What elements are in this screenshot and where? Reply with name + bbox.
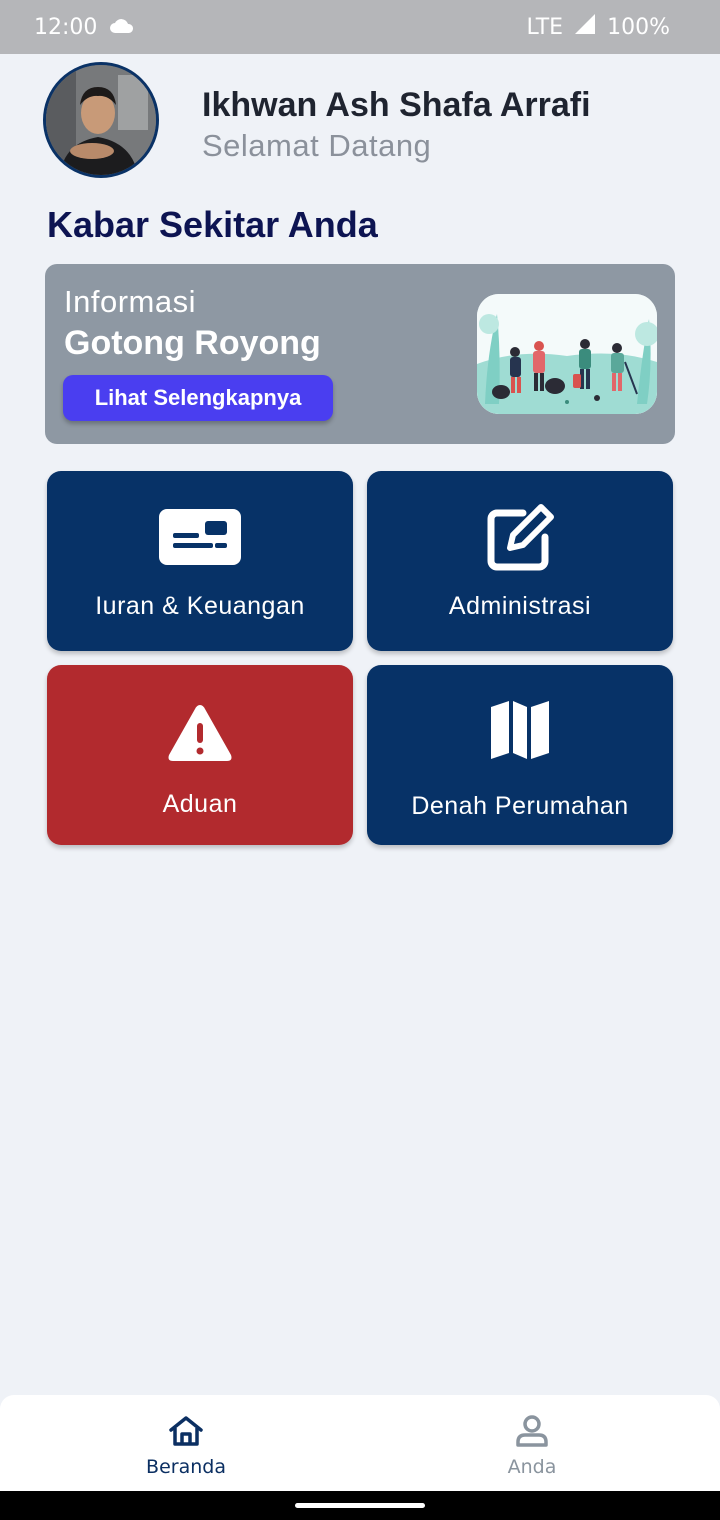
nav-beranda[interactable]: Beranda	[106, 1395, 266, 1491]
nav-anda[interactable]: Anda	[452, 1395, 612, 1491]
menu-iuran-keuangan[interactable]: Iuran & Keuangan	[47, 471, 353, 651]
avatar-photo	[46, 65, 156, 175]
status-bar: 12:00 LTE 100%	[0, 0, 720, 54]
menu-denah-label: Denah Perumahan	[411, 792, 629, 820]
see-more-button[interactable]: Lihat Selengkapnya	[63, 375, 333, 421]
id-card-icon	[159, 509, 241, 570]
bottom-navigation: Beranda Anda	[0, 1395, 720, 1491]
status-time: 12:00	[34, 14, 98, 40]
warning-icon	[167, 703, 233, 768]
map-icon	[489, 699, 551, 766]
menu-denah-perumahan[interactable]: Denah Perumahan	[367, 665, 673, 845]
nav-beranda-label: Beranda	[146, 1456, 226, 1478]
home-icon	[168, 1395, 204, 1452]
avatar[interactable]	[43, 62, 159, 178]
info-card[interactable]: Informasi Gotong Royong Lihat Selengkapn…	[45, 264, 675, 444]
info-card-label: Informasi	[64, 284, 196, 319]
info-card-title: Gotong Royong	[64, 324, 321, 362]
menu-aduan[interactable]: Aduan	[47, 665, 353, 845]
network-type: LTE	[526, 14, 564, 40]
nav-anda-label: Anda	[507, 1456, 557, 1478]
menu-aduan-label: Aduan	[162, 790, 238, 818]
cloud-icon	[109, 15, 135, 40]
status-left: 12:00	[34, 15, 135, 40]
greeting-text: Selamat Datang	[202, 128, 432, 163]
status-right: LTE 100%	[527, 12, 670, 42]
system-navigation-bar	[0, 1491, 720, 1520]
edit-icon	[483, 501, 557, 580]
gotong-royong-illustration	[477, 294, 657, 414]
section-title: Kabar Sekitar Anda	[47, 204, 378, 245]
user-name: Ikhwan Ash Shafa Arrafi	[202, 86, 591, 124]
menu-iuran-label: Iuran & Keuangan	[95, 592, 305, 620]
signal-icon	[573, 12, 597, 42]
home-indicator[interactable]	[295, 1503, 425, 1508]
battery-level: 100%	[607, 14, 670, 40]
menu-administrasi[interactable]: Administrasi	[367, 471, 673, 651]
menu-administrasi-label: Administrasi	[448, 592, 592, 620]
user-icon	[515, 1395, 549, 1452]
